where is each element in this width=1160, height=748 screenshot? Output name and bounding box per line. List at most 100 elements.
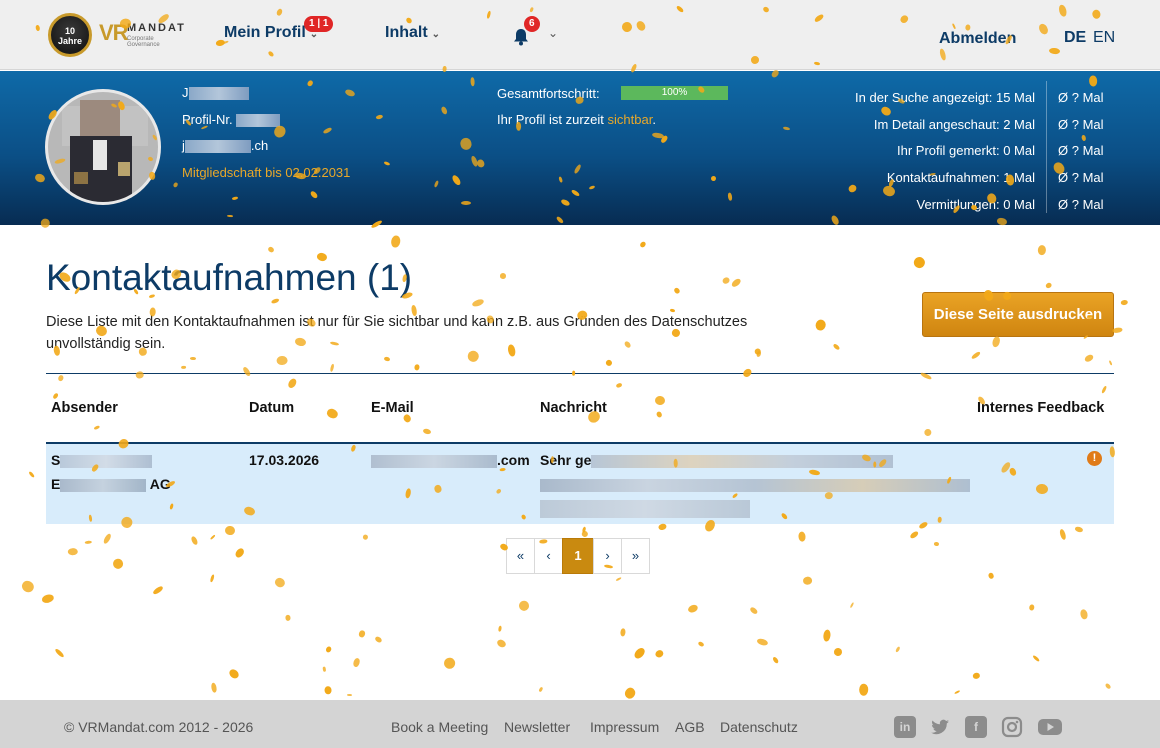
footer-link-impressum[interactable]: Impressum bbox=[590, 719, 659, 735]
confetti-coin bbox=[497, 625, 502, 632]
facebook-icon[interactable]: f bbox=[965, 716, 987, 738]
nav-content[interactable]: Inhalt ⌄ bbox=[385, 24, 440, 42]
confetti-coin bbox=[686, 603, 699, 614]
avg-contacts: Ø ? Mal bbox=[1058, 170, 1104, 186]
footer-link-agb[interactable]: AGB bbox=[675, 719, 705, 735]
confetti-coin bbox=[84, 540, 92, 545]
confetti-coin bbox=[749, 606, 759, 615]
logo-tagline: Corporate Governance bbox=[127, 36, 160, 48]
confetti-coin bbox=[227, 667, 241, 681]
confetti-coin bbox=[849, 601, 855, 609]
page-current-button[interactable]: 1 bbox=[562, 538, 594, 574]
twitter-icon[interactable] bbox=[929, 716, 951, 738]
top-navigation: 10 Jahre VR MANDAT Corporate Governance … bbox=[0, 0, 1160, 70]
confetti-coin bbox=[267, 245, 275, 254]
confetti-coin bbox=[537, 686, 544, 693]
confetti-coin bbox=[1104, 682, 1112, 690]
confetti-coin bbox=[93, 424, 101, 431]
youtube-icon[interactable] bbox=[1037, 716, 1063, 738]
membership-status: Mitgliedschaft bis 02.02.2031 bbox=[182, 165, 351, 180]
confetti-coin bbox=[1074, 525, 1084, 533]
confetti-coin bbox=[383, 356, 391, 362]
confetti-coin bbox=[495, 638, 508, 649]
stat-placements: Vermittlungen: 0 Mal bbox=[916, 196, 1035, 212]
confetti-coin bbox=[833, 647, 843, 657]
profile-banner: J Profil-Nr. j .ch Mitgliedschaft bis 02.… bbox=[0, 71, 1160, 225]
confetti-coin bbox=[654, 395, 666, 406]
instagram-icon[interactable] bbox=[1001, 716, 1023, 738]
row-message[interactable]: Sehr ge bbox=[540, 452, 894, 468]
column-header-sender[interactable]: Absender bbox=[51, 400, 118, 416]
bell-icon[interactable] bbox=[513, 28, 529, 46]
row-date: 17.03.2026 bbox=[249, 452, 320, 468]
confetti-coin bbox=[1037, 244, 1047, 256]
confetti-coin bbox=[655, 410, 663, 419]
confetti-coin bbox=[242, 365, 252, 377]
column-header-date[interactable]: Datum bbox=[249, 400, 294, 416]
confetti-coin bbox=[1120, 299, 1129, 306]
confetti-coin bbox=[832, 343, 841, 351]
column-header-message[interactable]: Nachricht bbox=[540, 400, 607, 416]
avatar[interactable] bbox=[45, 89, 161, 205]
confetti-coin bbox=[581, 526, 587, 533]
confetti-coin bbox=[286, 377, 298, 390]
footer-link-newsletter[interactable]: Newsletter bbox=[504, 719, 570, 735]
avg-detail-views: Ø ? Mal bbox=[1058, 116, 1104, 132]
confetti-coin bbox=[276, 355, 288, 366]
visibility-link[interactable]: sichtbar bbox=[608, 112, 653, 127]
confetti-coin bbox=[1029, 604, 1035, 611]
row-sender-line2: E AG bbox=[51, 476, 171, 492]
stat-contacts: Kontaktaufnahmen: 1 Mal bbox=[886, 170, 1035, 186]
page-description: Diese Liste mit den Kontaktaufnahmen ist… bbox=[46, 314, 748, 352]
confetti-coin bbox=[797, 531, 806, 542]
confetti-coin bbox=[362, 534, 369, 541]
row-message-line3 bbox=[540, 500, 750, 518]
profile-email: j .ch bbox=[182, 138, 269, 154]
confetti-coin bbox=[859, 683, 869, 696]
row-sender-line1: S bbox=[51, 452, 153, 468]
confetti-coin bbox=[414, 363, 420, 371]
confetti-coin bbox=[802, 576, 813, 586]
logo-wordmark[interactable]: MANDAT bbox=[127, 22, 186, 34]
footer-link-datenschutz[interactable]: Datenschutz bbox=[720, 719, 798, 735]
page-last-button[interactable]: » bbox=[621, 538, 650, 574]
confetti-coin bbox=[1084, 353, 1095, 363]
confetti-coin bbox=[923, 428, 932, 437]
confetti-coin bbox=[756, 637, 769, 647]
page-first-button[interactable]: « bbox=[506, 538, 535, 574]
column-header-email[interactable]: E-Mail bbox=[371, 400, 414, 416]
print-page-button[interactable]: Diese Seite ausdrucken bbox=[922, 292, 1114, 337]
chevron-down-icon[interactable]: ⌄ bbox=[548, 26, 558, 40]
page-next-button[interactable]: › bbox=[593, 538, 622, 574]
page-prev-button[interactable]: ‹ bbox=[534, 538, 563, 574]
linkedin-icon[interactable]: in bbox=[894, 716, 916, 738]
row-email[interactable]: .com bbox=[371, 452, 530, 468]
progress-label: Gesamtfortschritt: bbox=[497, 86, 600, 101]
lang-de[interactable]: DE bbox=[1064, 29, 1086, 47]
footer-link-book-meeting[interactable]: Book a Meeting bbox=[391, 719, 488, 735]
table-top-border bbox=[46, 373, 1114, 374]
logout-link[interactable]: Abmelden bbox=[939, 30, 1016, 48]
confetti-coin bbox=[1031, 654, 1041, 663]
confetti-coin bbox=[325, 645, 333, 653]
confetti-coin bbox=[1112, 327, 1123, 334]
lang-en[interactable]: EN bbox=[1093, 29, 1115, 47]
confetti-coin bbox=[111, 557, 125, 571]
confetti-coin bbox=[284, 614, 291, 621]
confetti-coin bbox=[102, 532, 113, 545]
confetti-coin bbox=[233, 546, 246, 559]
avg-placements: Ø ? Mal bbox=[1058, 196, 1104, 212]
confetti-coin bbox=[499, 272, 507, 279]
feedback-warning-icon[interactable]: ! bbox=[1087, 451, 1102, 466]
confetti-coin bbox=[324, 686, 332, 695]
confetti-coin bbox=[953, 689, 961, 695]
column-header-feedback[interactable]: Internes Feedback bbox=[977, 400, 1104, 416]
profile-name: J bbox=[182, 85, 249, 101]
vr-logo-mark[interactable]: VR bbox=[99, 20, 129, 46]
anniversary-badge-logo[interactable]: 10 Jahre bbox=[48, 13, 92, 57]
stats-divider bbox=[1046, 81, 1047, 213]
confetti-coin bbox=[20, 578, 36, 595]
confetti-coin bbox=[912, 255, 927, 270]
progress-value: 100% bbox=[661, 87, 688, 98]
confetti-coin bbox=[189, 356, 196, 360]
